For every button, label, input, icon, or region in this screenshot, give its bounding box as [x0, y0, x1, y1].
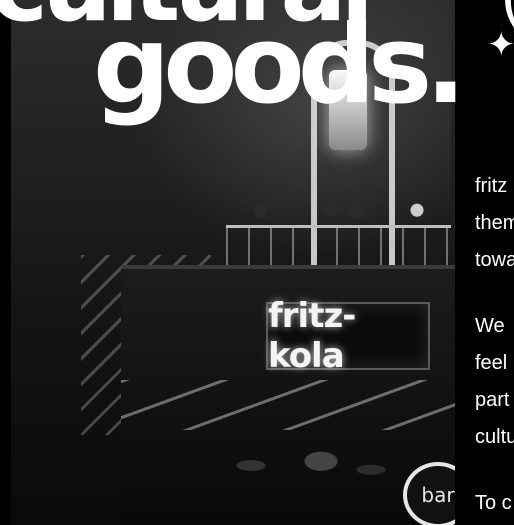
sparkle-icon: ✦ — [487, 25, 514, 65]
body-text-column: fritz them towa We feel part cultu To c — [475, 168, 514, 525]
body-line: towa — [475, 249, 514, 271]
body-paragraph-2: We feel part cultu — [475, 308, 514, 456]
body-line: We — [475, 315, 505, 337]
body-paragraph-1: fritz them towa — [475, 168, 514, 279]
page: fritz-kola bar cultural goods. ( ✦ fritz… — [0, 0, 514, 525]
body-line: them — [475, 212, 514, 234]
body-line: To c — [475, 492, 512, 514]
photo-light-streaks — [121, 380, 455, 430]
photo-crowd — [211, 440, 411, 525]
photo-fritz-kola-sign: fritz-kola — [266, 296, 430, 376]
body-line: cultu — [475, 426, 514, 448]
body-paragraph-3: To c — [475, 485, 514, 522]
body-line: feel — [475, 352, 508, 374]
body-line: part — [475, 389, 510, 411]
headline-line-2: goods. — [93, 3, 466, 128]
body-line: fritz — [475, 175, 508, 197]
